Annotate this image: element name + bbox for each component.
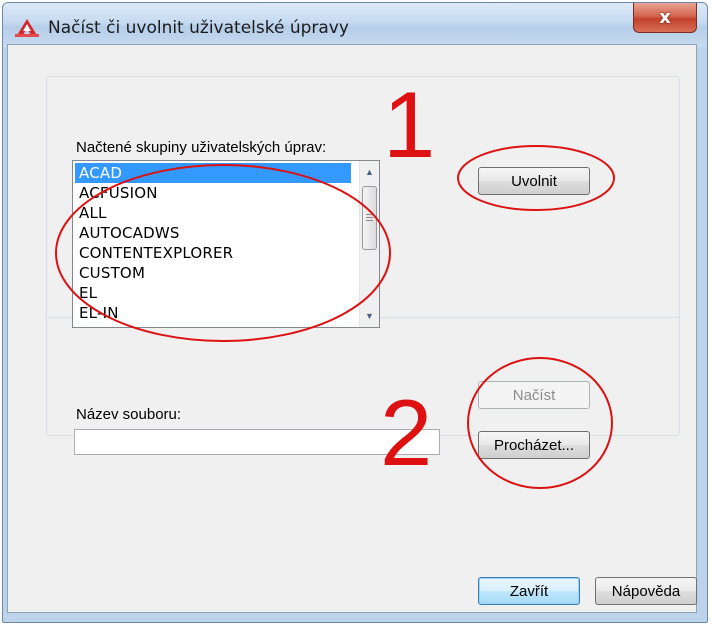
scroll-down-arrow-icon[interactable]: ▼: [360, 307, 379, 325]
title-bar[interactable]: Načíst či uvolnit uživatelské úpravy x: [3, 3, 707, 47]
window-title: Načíst či uvolnit uživatelské úpravy: [48, 18, 349, 38]
thumb-grip-line: [366, 220, 373, 221]
loaded-groups-listbox[interactable]: ACAD ACFUSION ALL AUTOCADWS CONTENTEXPLO…: [72, 160, 380, 328]
close-icon: x: [659, 7, 671, 28]
list-item-custom[interactable]: CUSTOM: [75, 263, 351, 283]
close-button[interactable]: Zavřít: [478, 577, 580, 605]
annotation-marker-1: 1: [383, 72, 436, 177]
list-item-autocadws[interactable]: AUTOCADWS: [75, 223, 351, 243]
list-item-el-in[interactable]: EL-IN: [75, 303, 351, 323]
thumb-grip-line: [366, 214, 373, 215]
list-scrollbar[interactable]: ▲ ▼: [359, 161, 379, 327]
list-item-acfusion[interactable]: ACFUSION: [75, 183, 351, 203]
scroll-up-arrow-icon[interactable]: ▲: [360, 163, 379, 181]
list-item-el[interactable]: EL: [75, 283, 351, 303]
close-window-button[interactable]: x: [633, 3, 697, 33]
file-name-label: Název souboru:: [76, 406, 182, 423]
loaded-groups-label: Načtené skupiny uživatelských úprav:: [76, 139, 327, 156]
list-item-contentexplorer[interactable]: CONTENTEXPLORER: [75, 243, 351, 263]
autocad-icon: [15, 19, 39, 37]
list-item-acad[interactable]: ACAD: [75, 163, 351, 183]
list-item-all[interactable]: ALL: [75, 203, 351, 223]
thumb-grip-line: [366, 217, 373, 218]
load-button[interactable]: Načíst: [478, 381, 590, 409]
unload-button[interactable]: Uvolnit: [478, 167, 590, 195]
scroll-thumb[interactable]: [362, 186, 377, 250]
help-button[interactable]: Nápověda: [595, 577, 697, 605]
browse-button[interactable]: Procházet...: [478, 431, 590, 459]
annotation-marker-2: 2: [380, 380, 433, 485]
